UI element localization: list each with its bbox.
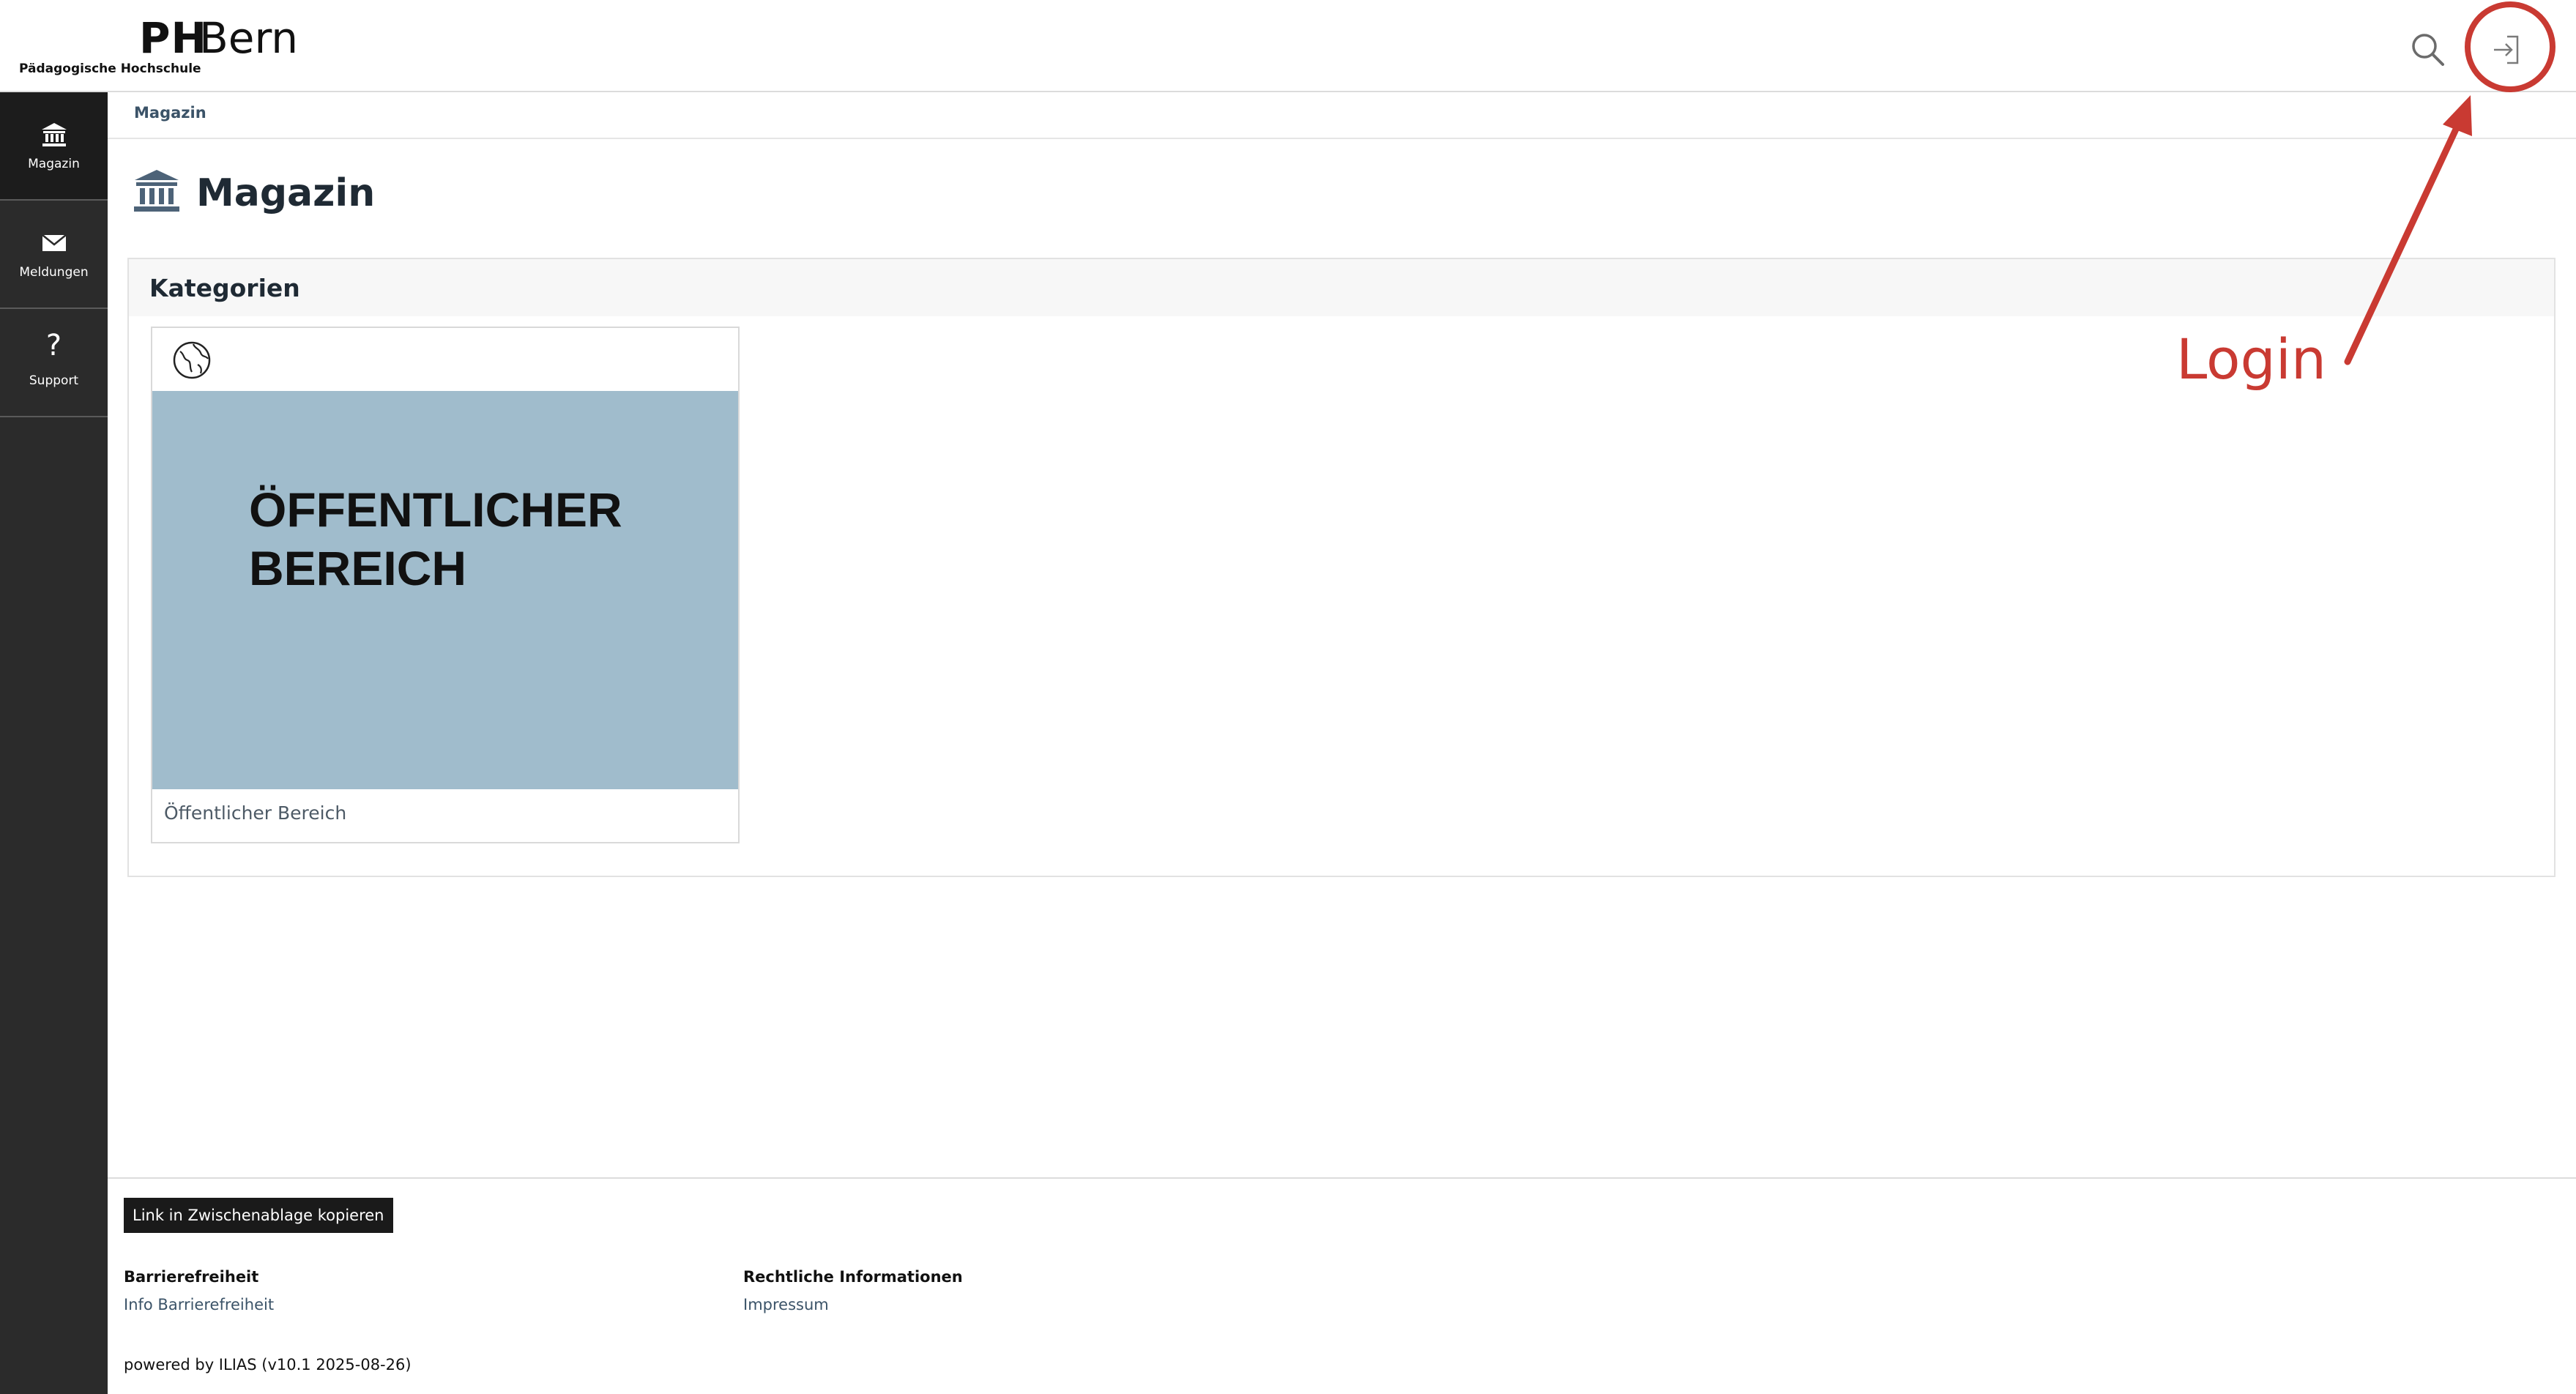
panel-title: Kategorien bbox=[149, 274, 300, 302]
card-image-text: ÖFFENTLICHER BEREICH bbox=[249, 480, 659, 597]
footer-column-title: Barrierefreiheit bbox=[124, 1268, 259, 1286]
card-image-line-1: ÖFFENTLICHER bbox=[249, 482, 622, 537]
footer-column-legal: Rechtliche Informationen Impressum bbox=[743, 1268, 963, 1313]
mainbar-label: Support bbox=[29, 373, 79, 388]
footer-link-info-barrierefreiheit[interactable]: Info Barrierefreiheit bbox=[124, 1296, 274, 1313]
card-image-line-2: BEREICH bbox=[249, 541, 467, 595]
envelope-icon bbox=[41, 234, 67, 251]
powered-by-text: powered by ILIAS (v10.1 2025-08-26) bbox=[124, 1356, 412, 1374]
globe-icon bbox=[173, 341, 211, 379]
login-button[interactable] bbox=[2485, 29, 2526, 70]
header: PH Bern Pädagogische Hochschule bbox=[0, 0, 2576, 92]
login-icon bbox=[2494, 35, 2519, 64]
footer-column-title: Rechtliche Informationen bbox=[743, 1268, 963, 1286]
question-icon: ? bbox=[45, 329, 62, 362]
mainbar-item-meldungen[interactable]: Meldungen bbox=[0, 201, 108, 309]
mainbar: Magazin Meldungen ? Support bbox=[0, 92, 108, 1394]
mainbar-label: Magazin bbox=[28, 157, 80, 171]
panel-header: Kategorien bbox=[129, 259, 2554, 316]
page-title: Magazin bbox=[196, 171, 376, 215]
mainbar-item-magazin[interactable]: Magazin bbox=[0, 92, 108, 201]
logo-subtitle: Pädagogische Hochschule bbox=[19, 61, 201, 76]
logo-bern-text: Bern bbox=[199, 13, 299, 63]
breadcrumb-bar: Magazin bbox=[108, 92, 2576, 139]
search-button[interactable] bbox=[2408, 29, 2449, 70]
annotation-login-label: Login bbox=[2176, 327, 2327, 392]
footer-link-impressum[interactable]: Impressum bbox=[743, 1296, 963, 1313]
phbern-logo[interactable]: PH Bern Pädagogische Hochschule bbox=[19, 10, 312, 83]
mainbar-item-support[interactable]: ? Support bbox=[0, 309, 108, 417]
copy-link-button[interactable]: Link in Zwischenablage kopieren bbox=[124, 1198, 393, 1233]
category-card[interactable]: ÖFFENTLICHER BEREICH Öffentlicher Bereic… bbox=[151, 327, 740, 843]
mainbar-label: Meldungen bbox=[19, 265, 89, 280]
category-card-image[interactable]: ÖFFENTLICHER BEREICH bbox=[152, 391, 738, 789]
footer-column-accessibility: Barrierefreiheit Info Barrierefreiheit bbox=[124, 1268, 274, 1313]
logo-ph-text: PH bbox=[139, 13, 208, 63]
breadcrumb-item-magazin[interactable]: Magazin bbox=[134, 104, 206, 122]
building-icon bbox=[41, 123, 67, 146]
building-icon bbox=[134, 170, 179, 212]
footer: Link in Zwischenablage kopieren Barriere… bbox=[108, 1177, 2576, 1394]
search-icon bbox=[2412, 34, 2444, 66]
category-card-title[interactable]: Öffentlicher Bereich bbox=[164, 802, 346, 824]
